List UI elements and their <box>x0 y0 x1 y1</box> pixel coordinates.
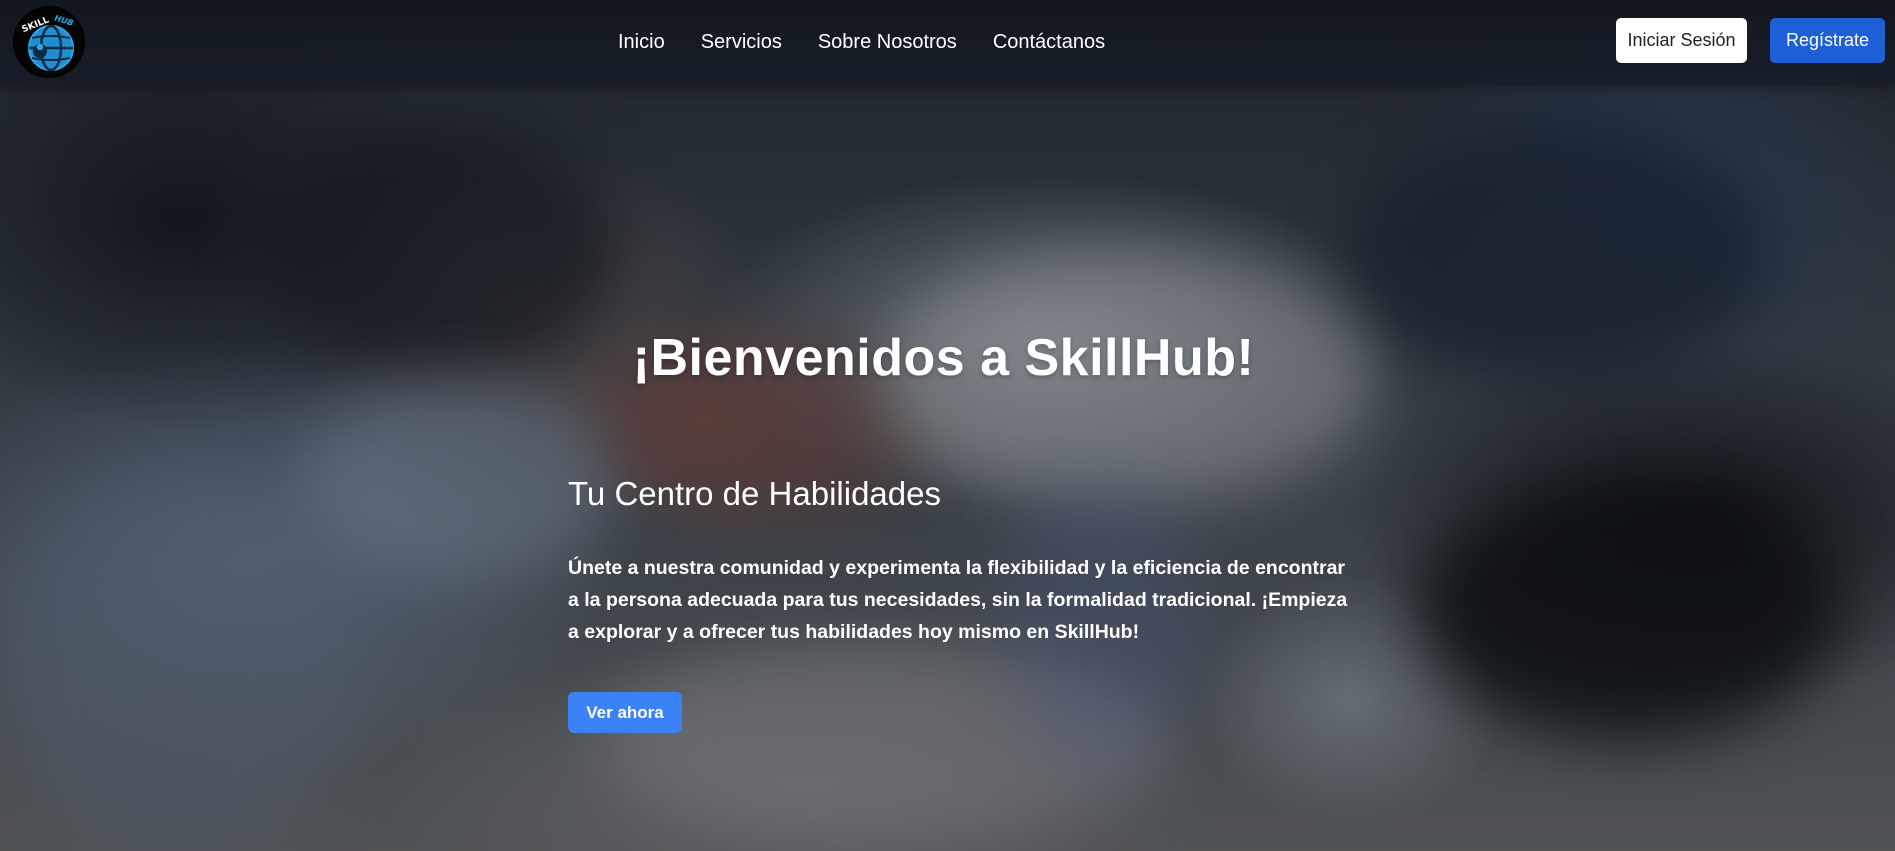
hero-description: Únete a nuestra comunidad y experimenta … <box>568 557 1348 643</box>
nav-links: Inicio Servicios Sobre Nosotros Contácta… <box>600 0 1123 85</box>
page: SKILL HUB Inicio Servicios Sobre Nosotro… <box>0 0 1895 851</box>
globe-logo-icon: SKILL HUB <box>15 8 83 76</box>
navbar: SKILL HUB Inicio Servicios Sobre Nosotro… <box>0 0 1895 85</box>
login-button[interactable]: Iniciar Sesión <box>1616 18 1747 63</box>
nav-link-sobre-nosotros[interactable]: Sobre Nosotros <box>800 31 975 54</box>
nav-link-contactanos[interactable]: Contáctanos <box>975 31 1123 54</box>
ver-ahora-button[interactable]: Ver ahora <box>568 692 682 733</box>
hero-title: ¡Bienvenidos a SkillHub! <box>632 329 1255 387</box>
hero-subtitle: Tu Centro de Habilidades <box>568 475 941 512</box>
nav-link-servicios[interactable]: Servicios <box>683 31 800 54</box>
nav-link-inicio[interactable]: Inicio <box>600 31 683 54</box>
hero-overlay <box>0 0 1895 851</box>
skillhub-logo[interactable]: SKILL HUB <box>13 6 85 78</box>
register-button[interactable]: Regístrate <box>1770 18 1885 63</box>
